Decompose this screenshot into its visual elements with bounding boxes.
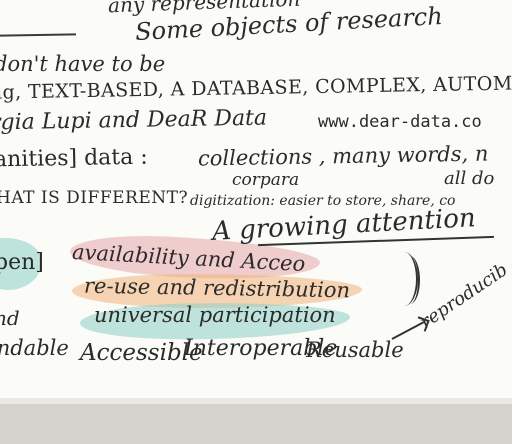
note-giorgia-lupi: rgia Lupi and DeaR Data — [0, 105, 268, 136]
note-dont-have-to-be: don't have to be — [0, 52, 166, 76]
note-open: pen] — [0, 250, 44, 275]
note-url: www.dear-data.co — [318, 112, 482, 132]
note-collections: collections , many words, n — [197, 141, 489, 171]
brace-mark-inner — [400, 256, 420, 304]
background-surface — [0, 404, 512, 444]
note-corpora: corpara — [232, 170, 300, 190]
note-findable: indable — [0, 336, 69, 360]
note-what-is-different: HAT IS DIFFERENT? — [0, 188, 189, 208]
note-humanities-data: anities] data : — [0, 144, 148, 173]
note-nd: nd — [0, 306, 20, 330]
note-reusable: Reusable — [306, 338, 404, 362]
note-all-do: all do — [444, 168, 495, 189]
note-universal-participation: universal participation — [94, 303, 336, 327]
note-reuse: re-use and redistribution — [83, 273, 351, 303]
